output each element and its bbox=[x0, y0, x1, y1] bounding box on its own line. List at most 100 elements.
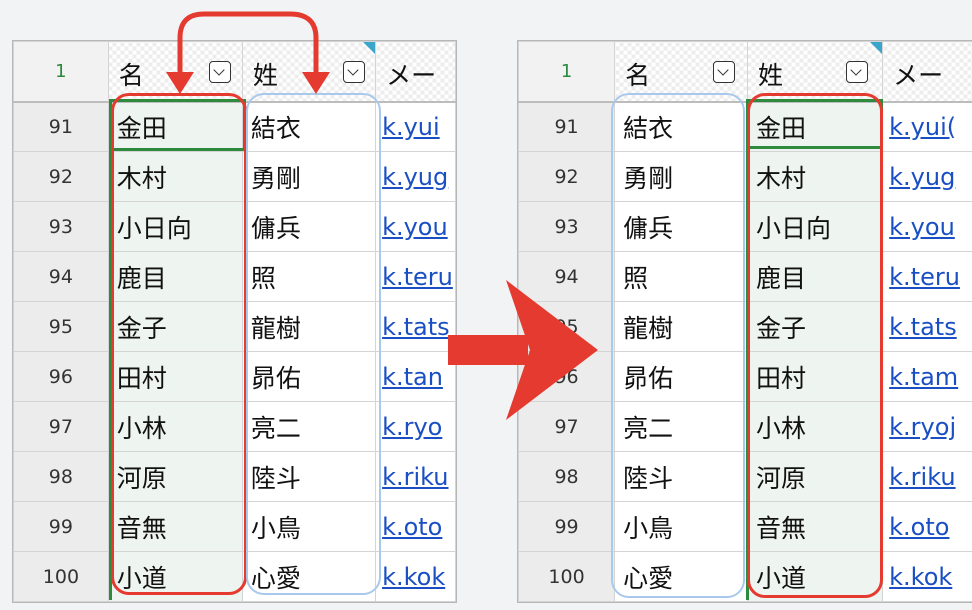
cell-last-name[interactable]: 龍樹 bbox=[241, 301, 377, 352]
cell-email[interactable]: k.tats bbox=[375, 301, 456, 352]
cell-last-name[interactable]: 田村 bbox=[746, 351, 884, 402]
cell-first-name[interactable]: 金田 bbox=[107, 101, 243, 152]
cell-first-name[interactable]: 金子 bbox=[107, 301, 243, 352]
column-header-email[interactable]: メー bbox=[882, 41, 972, 103]
cell-last-name[interactable]: 亮二 bbox=[241, 401, 377, 452]
cell-first-name[interactable]: 小道 bbox=[107, 551, 243, 602]
row-number[interactable]: 97 bbox=[13, 401, 109, 452]
cell-last-name[interactable]: 陸斗 bbox=[241, 451, 377, 502]
cell-email[interactable]: k.yug bbox=[375, 151, 456, 202]
row-number[interactable]: 100 bbox=[518, 551, 616, 602]
cell-email[interactable]: k.riku bbox=[375, 451, 456, 502]
cell-last-name[interactable]: 勇剛 bbox=[241, 151, 377, 202]
cell-email[interactable]: k.kok bbox=[882, 551, 972, 602]
cell-email[interactable]: k.yui bbox=[375, 101, 456, 152]
row-number[interactable]: 95 bbox=[518, 301, 616, 352]
cell-first-name[interactable]: 河原 bbox=[107, 451, 243, 502]
row-number[interactable]: 94 bbox=[518, 251, 616, 302]
cell-first-name[interactable]: 陸斗 bbox=[614, 451, 748, 502]
row-number[interactable]: 96 bbox=[518, 351, 616, 402]
cell-last-name[interactable]: 金子 bbox=[746, 301, 884, 352]
row-number[interactable]: 98 bbox=[13, 451, 109, 502]
cell-last-name[interactable]: 小道 bbox=[746, 551, 884, 602]
dropdown-filter-icon[interactable] bbox=[713, 61, 736, 83]
cell-first-name[interactable]: 小日向 bbox=[107, 201, 243, 252]
cell-first-name[interactable]: 照 bbox=[614, 251, 748, 302]
cell-first-name[interactable]: 木村 bbox=[107, 151, 243, 202]
cell-first-name[interactable]: 傭兵 bbox=[614, 201, 748, 252]
row-number[interactable]: 100 bbox=[13, 551, 109, 602]
row-number[interactable]: 94 bbox=[13, 251, 109, 302]
dropdown-filter-icon[interactable] bbox=[845, 61, 868, 83]
cell-first-name[interactable]: 龍樹 bbox=[614, 301, 748, 352]
row-number[interactable]: 99 bbox=[13, 501, 109, 552]
cell-email[interactable]: k.tan bbox=[375, 351, 456, 402]
column-header-first-name[interactable]: 名 bbox=[107, 41, 243, 103]
column-header-label: 姓 bbox=[252, 61, 278, 90]
cell-last-name[interactable]: 昴佑 bbox=[241, 351, 377, 402]
cell-last-name[interactable]: 結衣 bbox=[241, 101, 377, 152]
row-number[interactable]: 91 bbox=[518, 101, 616, 152]
cell-first-name[interactable]: 亮二 bbox=[614, 401, 748, 452]
column-header-last-name[interactable]: 姓 bbox=[241, 41, 377, 103]
cell-first-name[interactable]: 心愛 bbox=[614, 551, 748, 602]
cell-last-name[interactable]: 小林 bbox=[746, 401, 884, 452]
row-number[interactable]: 92 bbox=[518, 151, 616, 202]
table-row: 97 小林 亮二 k.ryo bbox=[13, 401, 456, 452]
row-number[interactable]: 93 bbox=[13, 201, 109, 252]
dropdown-filter-icon[interactable] bbox=[208, 61, 231, 83]
column-header-label: 姓 bbox=[757, 61, 783, 90]
cell-email[interactable]: k.you bbox=[375, 201, 456, 252]
cell-first-name[interactable]: 音無 bbox=[107, 501, 243, 552]
row-number[interactable]: 91 bbox=[13, 101, 109, 152]
row-number[interactable]: 97 bbox=[518, 401, 616, 452]
row-header-top: 1 bbox=[518, 41, 616, 103]
cell-first-name[interactable]: 昴佑 bbox=[614, 351, 748, 402]
row-number[interactable]: 93 bbox=[518, 201, 616, 252]
row-number[interactable]: 96 bbox=[13, 351, 109, 402]
table-row: 96 田村 昴佑 k.tan bbox=[13, 351, 456, 402]
dropdown-filter-icon[interactable] bbox=[342, 61, 365, 83]
cell-email[interactable]: k.yui( bbox=[882, 101, 972, 152]
table-row: 99 小鳥 音無 k.oto bbox=[518, 501, 972, 552]
cell-last-name[interactable]: 音無 bbox=[746, 501, 884, 552]
cell-first-name[interactable]: 小鳥 bbox=[614, 501, 748, 552]
column-header-email[interactable]: メー bbox=[375, 41, 456, 103]
row-number[interactable]: 99 bbox=[518, 501, 616, 552]
cell-email[interactable]: k.ryoj bbox=[882, 401, 972, 452]
cell-first-name[interactable]: 小林 bbox=[107, 401, 243, 452]
cell-first-name[interactable]: 鹿目 bbox=[107, 251, 243, 302]
column-header-last-name[interactable]: 姓 bbox=[746, 41, 884, 103]
cell-email[interactable]: k.riku bbox=[882, 451, 972, 502]
row-number[interactable]: 92 bbox=[13, 151, 109, 202]
cell-last-name[interactable]: 小日向 bbox=[746, 201, 884, 252]
column-marker-icon bbox=[363, 42, 375, 54]
column-header-first-name[interactable]: 名 bbox=[614, 41, 748, 103]
cell-email[interactable]: k.tam bbox=[882, 351, 972, 402]
cell-last-name[interactable]: 木村 bbox=[746, 151, 884, 202]
cell-email[interactable]: k.tats bbox=[882, 301, 972, 352]
row-number[interactable]: 95 bbox=[13, 301, 109, 352]
table-row: 94 鹿目照 k.teru bbox=[13, 251, 456, 302]
cell-email[interactable]: k.teru bbox=[882, 251, 972, 302]
cell-email[interactable]: k.oto bbox=[882, 501, 972, 552]
cell-last-name[interactable]: 河原 bbox=[746, 451, 884, 502]
cell-first-name[interactable]: 結衣 bbox=[614, 101, 748, 152]
cell-email[interactable]: k.you bbox=[882, 201, 972, 252]
row-number[interactable]: 98 bbox=[518, 451, 616, 502]
cell-first-name[interactable]: 田村 bbox=[107, 351, 243, 402]
cell-last-name[interactable]: 鹿目 bbox=[746, 251, 884, 302]
table-row: 97 亮二 小林 k.ryoj bbox=[518, 401, 972, 452]
cell-last-name[interactable]: 心愛 bbox=[241, 551, 377, 602]
cell-first-name[interactable]: 勇剛 bbox=[614, 151, 748, 202]
cell-email[interactable]: k.yug bbox=[882, 151, 972, 202]
cell-email[interactable]: k.ryo bbox=[375, 401, 456, 452]
cell-last-name[interactable]: 小鳥 bbox=[241, 501, 377, 552]
table-row: 100 小道 心愛 k.kok bbox=[13, 551, 456, 602]
cell-last-name[interactable]: 照 bbox=[241, 251, 377, 302]
cell-email[interactable]: k.teru bbox=[375, 251, 456, 302]
cell-email[interactable]: k.kok bbox=[375, 551, 456, 602]
cell-last-name[interactable]: 金田 bbox=[746, 101, 884, 152]
cell-last-name[interactable]: 傭兵 bbox=[241, 201, 377, 252]
cell-email[interactable]: k.oto bbox=[375, 501, 456, 552]
